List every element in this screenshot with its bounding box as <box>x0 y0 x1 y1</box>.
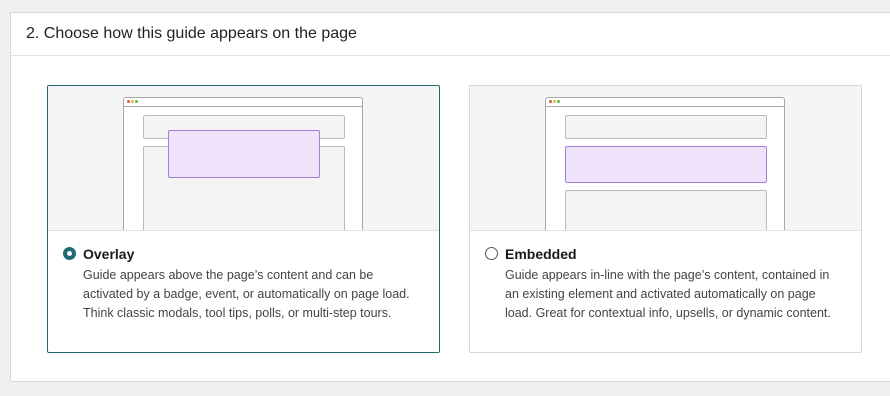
browser-mockup <box>545 97 785 230</box>
panel-header: 2. Choose how this guide appears on the … <box>11 13 890 56</box>
section-title: 2. Choose how this guide appears on the … <box>26 25 357 42</box>
embedded-guide-block <box>565 146 767 183</box>
yellow-dot-icon <box>553 100 556 103</box>
overlay-option-card[interactable]: Overlay Guide appears above the page’s c… <box>47 85 440 353</box>
embedded-radio[interactable] <box>485 247 498 260</box>
embedded-description: Guide appears in-line with the page’s co… <box>505 268 831 320</box>
browser-bar <box>546 98 784 107</box>
embedded-option-card[interactable]: Embedded Guide appears in-line with the … <box>469 85 862 353</box>
page-block <box>565 190 767 230</box>
red-dot-icon <box>127 100 130 103</box>
browser-bar <box>124 98 362 107</box>
green-dot-icon <box>557 100 560 103</box>
overlay-radio[interactable] <box>63 247 76 260</box>
green-dot-icon <box>135 100 138 103</box>
embedded-title: Embedded <box>505 246 577 262</box>
guide-appearance-panel: 2. Choose how this guide appears on the … <box>10 12 890 382</box>
overlay-description: Guide appears above the page’s content a… <box>83 268 410 320</box>
overlay-guide-block <box>168 130 320 178</box>
overlay-title: Overlay <box>83 246 135 262</box>
page-block <box>565 115 767 139</box>
yellow-dot-icon <box>131 100 134 103</box>
red-dot-icon <box>549 100 552 103</box>
overlay-preview-illustration <box>48 86 439 231</box>
embedded-preview-illustration <box>470 86 861 231</box>
browser-mockup <box>123 97 363 230</box>
